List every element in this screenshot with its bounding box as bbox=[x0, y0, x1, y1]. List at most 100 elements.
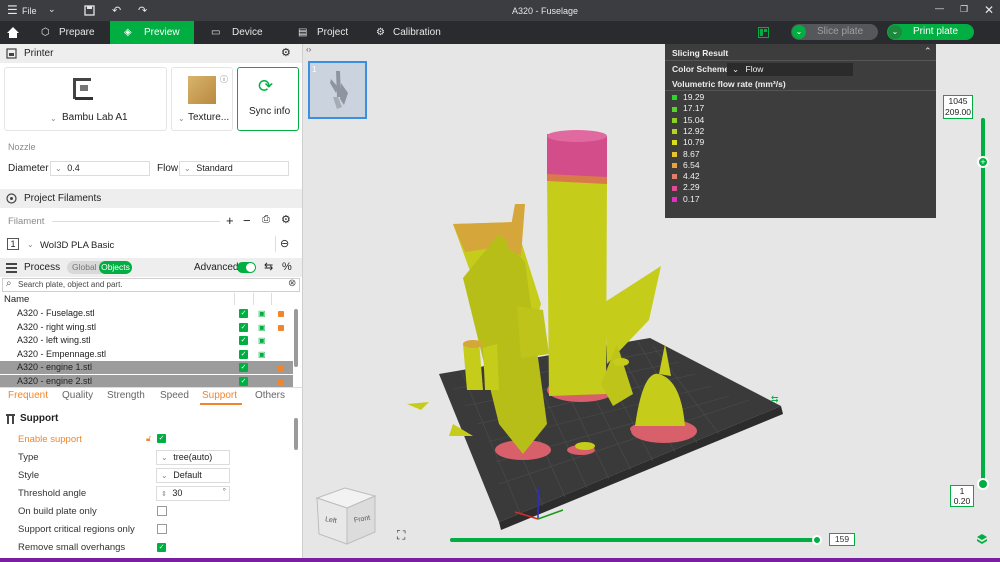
bottom-layer-height: 0.20 bbox=[953, 496, 971, 506]
tab-calibration[interactable]: ⚙ Calibration bbox=[370, 21, 465, 44]
restore-icon[interactable]: ❐ bbox=[960, 4, 968, 15]
toggle-global[interactable]: Global bbox=[72, 258, 97, 277]
undo-icon[interactable]: ↶ bbox=[112, 4, 121, 17]
top-layer-handle[interactable]: + bbox=[977, 156, 989, 168]
filament-name[interactable]: Wol3D PLA Basic bbox=[40, 240, 114, 251]
compare-icon[interactable]: ⇆ bbox=[264, 258, 273, 277]
tab-preview[interactable]: ◈ Preview bbox=[110, 21, 194, 44]
plate-type-card[interactable]: ⓘ ⌄ Texture... bbox=[171, 67, 233, 131]
advanced-toggle[interactable] bbox=[237, 262, 256, 273]
object-lock-icon[interactable] bbox=[278, 378, 284, 385]
layers-stack-icon[interactable] bbox=[976, 533, 988, 545]
build-plate-only-checkbox[interactable] bbox=[157, 506, 167, 516]
filament-settings-gear-icon[interactable]: ⚙ bbox=[281, 213, 291, 226]
sync-info-button[interactable]: ⟳ Sync info bbox=[237, 67, 299, 131]
object-visible-checkbox[interactable]: ✓ bbox=[239, 363, 248, 372]
tab-frequent[interactable]: Frequent bbox=[8, 390, 48, 401]
redo-icon[interactable]: ↷ bbox=[138, 4, 147, 17]
search-placeholder: Search plate, object and part. bbox=[18, 280, 123, 289]
filament-index-badge[interactable]: 1 bbox=[7, 238, 19, 250]
settings-scrollbar[interactable] bbox=[294, 418, 298, 450]
object-lock-icon[interactable] bbox=[278, 311, 284, 317]
print-plate-button[interactable]: ⌄ Print plate bbox=[887, 24, 974, 40]
remove-filament-circle-icon[interactable]: ⊖ bbox=[280, 237, 289, 250]
slicing-result-legend: Slicing Result ⌃ Color Scheme ⌄ Flow Vol… bbox=[665, 44, 936, 218]
color-scheme-select[interactable]: ⌄ Flow bbox=[727, 63, 853, 76]
print-dropdown-chevron-icon[interactable]: ⌄ bbox=[888, 25, 902, 39]
object-visible-checkbox[interactable]: ✓ bbox=[239, 376, 248, 386]
object-visible-checkbox[interactable]: ✓ bbox=[239, 309, 248, 318]
search-input[interactable]: ⌕ Search plate, object and part. ⊗ bbox=[2, 278, 300, 292]
build-plate-only-label: On build plate only bbox=[18, 506, 97, 517]
plate-type-label: Texture... bbox=[188, 112, 230, 123]
plate-layout-icon[interactable] bbox=[758, 27, 769, 38]
support-type-select[interactable]: ⌄ tree(auto) bbox=[156, 450, 230, 465]
printer-icon bbox=[6, 48, 17, 59]
chevron-down-icon[interactable]: ⌄ bbox=[48, 4, 56, 15]
filament-chevron-icon[interactable]: ⌄ bbox=[27, 240, 34, 249]
object-row[interactable]: A320 - Fuselage.stl ✓ ▣ bbox=[0, 307, 293, 320]
percent-icon[interactable]: % bbox=[282, 258, 292, 277]
clear-search-icon[interactable]: ⊗ bbox=[288, 278, 296, 289]
flow-select[interactable]: ⌄ Standard bbox=[179, 161, 289, 176]
fit-view-icon[interactable]: ⛶ bbox=[397, 528, 405, 543]
critical-regions-checkbox[interactable] bbox=[157, 524, 167, 534]
legend-value: 8.67 bbox=[683, 148, 700, 159]
object-settings-icon[interactable]: ▣ bbox=[258, 321, 266, 334]
lock-icon[interactable]: 🔓︎ bbox=[146, 434, 151, 444]
object-row[interactable]: A320 - Empennage.stl ✓ ▣ bbox=[0, 348, 293, 361]
object-list-scrollbar[interactable] bbox=[294, 309, 298, 367]
slice-plate-button[interactable]: ⌄ Slice plate bbox=[791, 24, 878, 40]
object-settings-icon[interactable]: ▣ bbox=[258, 334, 266, 347]
threshold-angle-spinner[interactable]: ⇕ 30 ° bbox=[156, 486, 230, 501]
object-row[interactable]: A320 - left wing.stl ✓ ▣ bbox=[0, 334, 293, 347]
tab-support[interactable]: Support bbox=[202, 390, 237, 401]
tab-project[interactable]: ▤ Project bbox=[290, 21, 360, 44]
object-lock-icon[interactable] bbox=[278, 324, 284, 331]
object-row[interactable]: A320 - right wing.stl ✓ ▣ bbox=[0, 321, 293, 334]
object-visible-checkbox[interactable]: ✓ bbox=[239, 349, 248, 359]
object-visible-checkbox[interactable]: ✓ bbox=[239, 336, 248, 345]
diameter-select[interactable]: ⌄ 0.4 bbox=[50, 161, 150, 176]
legend-title: Slicing Result bbox=[672, 48, 729, 58]
info-icon[interactable]: ⓘ bbox=[220, 74, 228, 85]
spinner-arrows-icon[interactable]: ⇕ bbox=[161, 491, 167, 498]
moves-slider-handle[interactable] bbox=[812, 535, 822, 545]
toggle-objects[interactable]: Objects bbox=[99, 261, 132, 274]
printer-card[interactable]: ⌄ Bambu Lab A1 bbox=[4, 67, 167, 131]
remove-overhangs-checkbox[interactable]: ✓ bbox=[157, 543, 166, 552]
bottom-layer-handle[interactable] bbox=[977, 478, 989, 490]
slice-dropdown-chevron-icon[interactable]: ⌄ bbox=[792, 25, 806, 39]
hamburger-menu-icon[interactable]: ☰ bbox=[7, 3, 18, 17]
global-objects-toggle[interactable]: Global Objects bbox=[67, 261, 132, 274]
object-visible-checkbox[interactable]: ✓ bbox=[239, 322, 248, 332]
printer-model-label: Bambu Lab A1 bbox=[62, 112, 128, 123]
tab-strength[interactable]: Strength bbox=[107, 390, 145, 401]
tab-speed[interactable]: Speed bbox=[160, 390, 189, 401]
support-style-select[interactable]: ⌄ Default bbox=[156, 468, 230, 483]
layer-slider-track[interactable] bbox=[981, 118, 985, 486]
save-icon[interactable] bbox=[84, 5, 95, 16]
moves-slider-track[interactable] bbox=[450, 535, 822, 545]
close-icon[interactable]: ✕ bbox=[984, 3, 994, 17]
collapse-legend-icon[interactable]: ⌃ bbox=[924, 46, 932, 57]
printer-settings-gear-icon[interactable]: ⚙ bbox=[281, 44, 291, 63]
name-column-header[interactable]: Name bbox=[4, 294, 29, 305]
object-lock-icon[interactable] bbox=[278, 365, 284, 371]
file-menu[interactable]: File bbox=[22, 6, 37, 16]
object-row[interactable]: A320 - engine 1.stl ✓ bbox=[0, 361, 293, 374]
tab-device[interactable]: ▭ Device bbox=[203, 21, 273, 44]
add-filament-icon[interactable]: + bbox=[226, 213, 234, 228]
enable-support-checkbox[interactable]: ✓ bbox=[157, 434, 166, 443]
home-icon[interactable] bbox=[6, 26, 20, 39]
object-settings-icon[interactable]: ▣ bbox=[258, 348, 266, 361]
tab-others[interactable]: Others bbox=[255, 390, 285, 401]
tab-quality[interactable]: Quality bbox=[62, 390, 93, 401]
support-header: Support bbox=[20, 413, 59, 424]
filament-sync-icon[interactable]: ⎙ bbox=[262, 214, 270, 225]
object-settings-icon[interactable]: ▣ bbox=[258, 307, 266, 320]
remove-filament-icon[interactable]: − bbox=[243, 213, 251, 228]
minimize-icon[interactable]: — bbox=[935, 3, 944, 13]
object-row[interactable]: A320 - engine 2.stl ✓ bbox=[0, 374, 293, 388]
tab-prepare[interactable]: ⬡ Prepare bbox=[33, 21, 108, 44]
